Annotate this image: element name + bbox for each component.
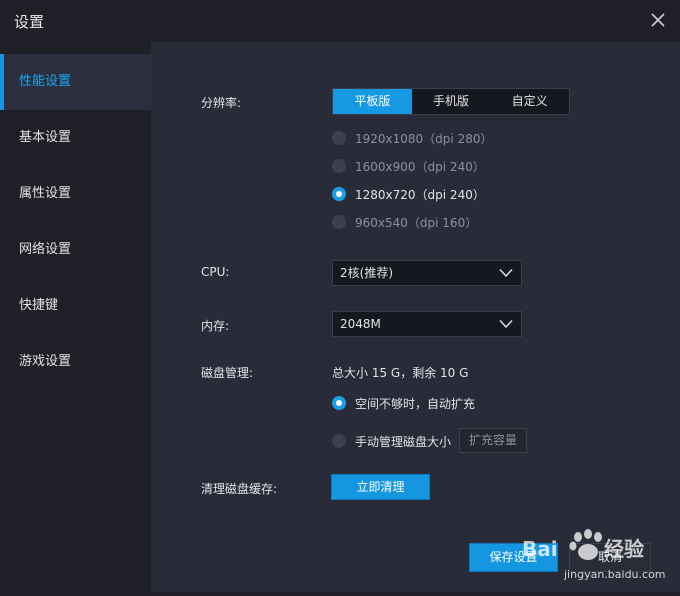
resolution-option-1920[interactable]: 1920x1080（dpi 280）: [332, 129, 492, 147]
resolution-label: 分辨率:: [201, 96, 242, 110]
memory-label: 内存:: [201, 319, 230, 333]
settings-panel: 分辨率: 平板版 手机版 自定义 1920x1080（dpi 280） 1600…: [151, 42, 680, 592]
resolution-option-label: 1920x1080（dpi 280）: [355, 131, 493, 146]
sidebar-item-label: 基本设置: [19, 130, 72, 145]
sidebar-item-properties[interactable]: 属性设置: [0, 166, 151, 222]
sidebar-item-label: 游戏设置: [19, 354, 72, 369]
close-icon[interactable]: [648, 10, 668, 30]
radio-button[interactable]: [332, 131, 346, 145]
disk-option-manual-label: 手动管理磁盘大小: [355, 434, 452, 449]
sidebar-item-game[interactable]: 游戏设置: [0, 334, 151, 390]
sidebar-item-label: 快捷键: [19, 298, 59, 313]
disk-option-auto-label: 空间不够时，自动扩充: [355, 396, 476, 411]
memory-value: 2048M: [340, 317, 381, 331]
tab-custom[interactable]: 自定义: [490, 89, 569, 114]
resolution-option-1600[interactable]: 1600x900（dpi 240）: [332, 157, 485, 175]
disk-label: 磁盘管理:: [201, 366, 254, 380]
sidebar-item-label: 属性设置: [19, 186, 72, 201]
sidebar-item-label: 网络设置: [19, 242, 72, 257]
cpu-label: CPU:: [201, 265, 230, 279]
resolution-option-label: 1600x900（dpi 240）: [355, 159, 485, 174]
resolution-option-1280[interactable]: 1280x720（dpi 240）: [332, 185, 485, 203]
sidebar: 性能设置 基本设置 属性设置 网络设置 快捷键 游戏设置: [0, 54, 151, 592]
radio-button[interactable]: [332, 159, 346, 173]
chevron-down-icon: [499, 268, 513, 278]
clear-now-button[interactable]: 立即清理: [331, 474, 430, 500]
cancel-button[interactable]: 取消: [569, 543, 651, 572]
resolution-option-960[interactable]: 960x540（dpi 160）: [332, 213, 477, 231]
cpu-select[interactable]: 2核(推荐): [332, 260, 522, 286]
cpu-value: 2核(推荐): [340, 266, 393, 280]
disk-summary: 总大小 15 G，剩余 10 G: [332, 366, 469, 380]
window-title: 设置: [14, 13, 45, 31]
sidebar-item-basic[interactable]: 基本设置: [0, 110, 151, 166]
radio-button[interactable]: [332, 215, 346, 229]
chevron-down-icon: [499, 319, 513, 329]
tab-phone[interactable]: 手机版: [412, 89, 491, 114]
radio-button-selected[interactable]: [332, 187, 346, 201]
sidebar-item-performance[interactable]: 性能设置: [0, 54, 151, 110]
resolution-option-label: 960x540（dpi 160）: [355, 215, 478, 230]
title-bar: 设置: [0, 0, 680, 42]
sidebar-item-shortcuts[interactable]: 快捷键: [0, 278, 151, 334]
clear-cache-label: 清理磁盘缓存:: [201, 482, 278, 496]
tab-tablet[interactable]: 平板版: [333, 89, 412, 114]
disk-option-auto[interactable]: 空间不够时，自动扩充: [332, 394, 475, 412]
radio-button[interactable]: [332, 434, 346, 448]
radio-button-selected[interactable]: [332, 396, 346, 410]
save-settings-button[interactable]: 保存设置: [469, 543, 558, 572]
resolution-option-label: 1280x720（dpi 240）: [355, 187, 485, 202]
memory-select[interactable]: 2048M: [332, 311, 522, 337]
resolution-tabs: 平板版 手机版 自定义: [332, 88, 570, 115]
sidebar-item-label: 性能设置: [19, 74, 72, 89]
disk-option-manual[interactable]: 手动管理磁盘大小: [332, 432, 451, 450]
expand-capacity-button[interactable]: 扩充容量: [459, 428, 527, 453]
sidebar-item-network[interactable]: 网络设置: [0, 222, 151, 278]
